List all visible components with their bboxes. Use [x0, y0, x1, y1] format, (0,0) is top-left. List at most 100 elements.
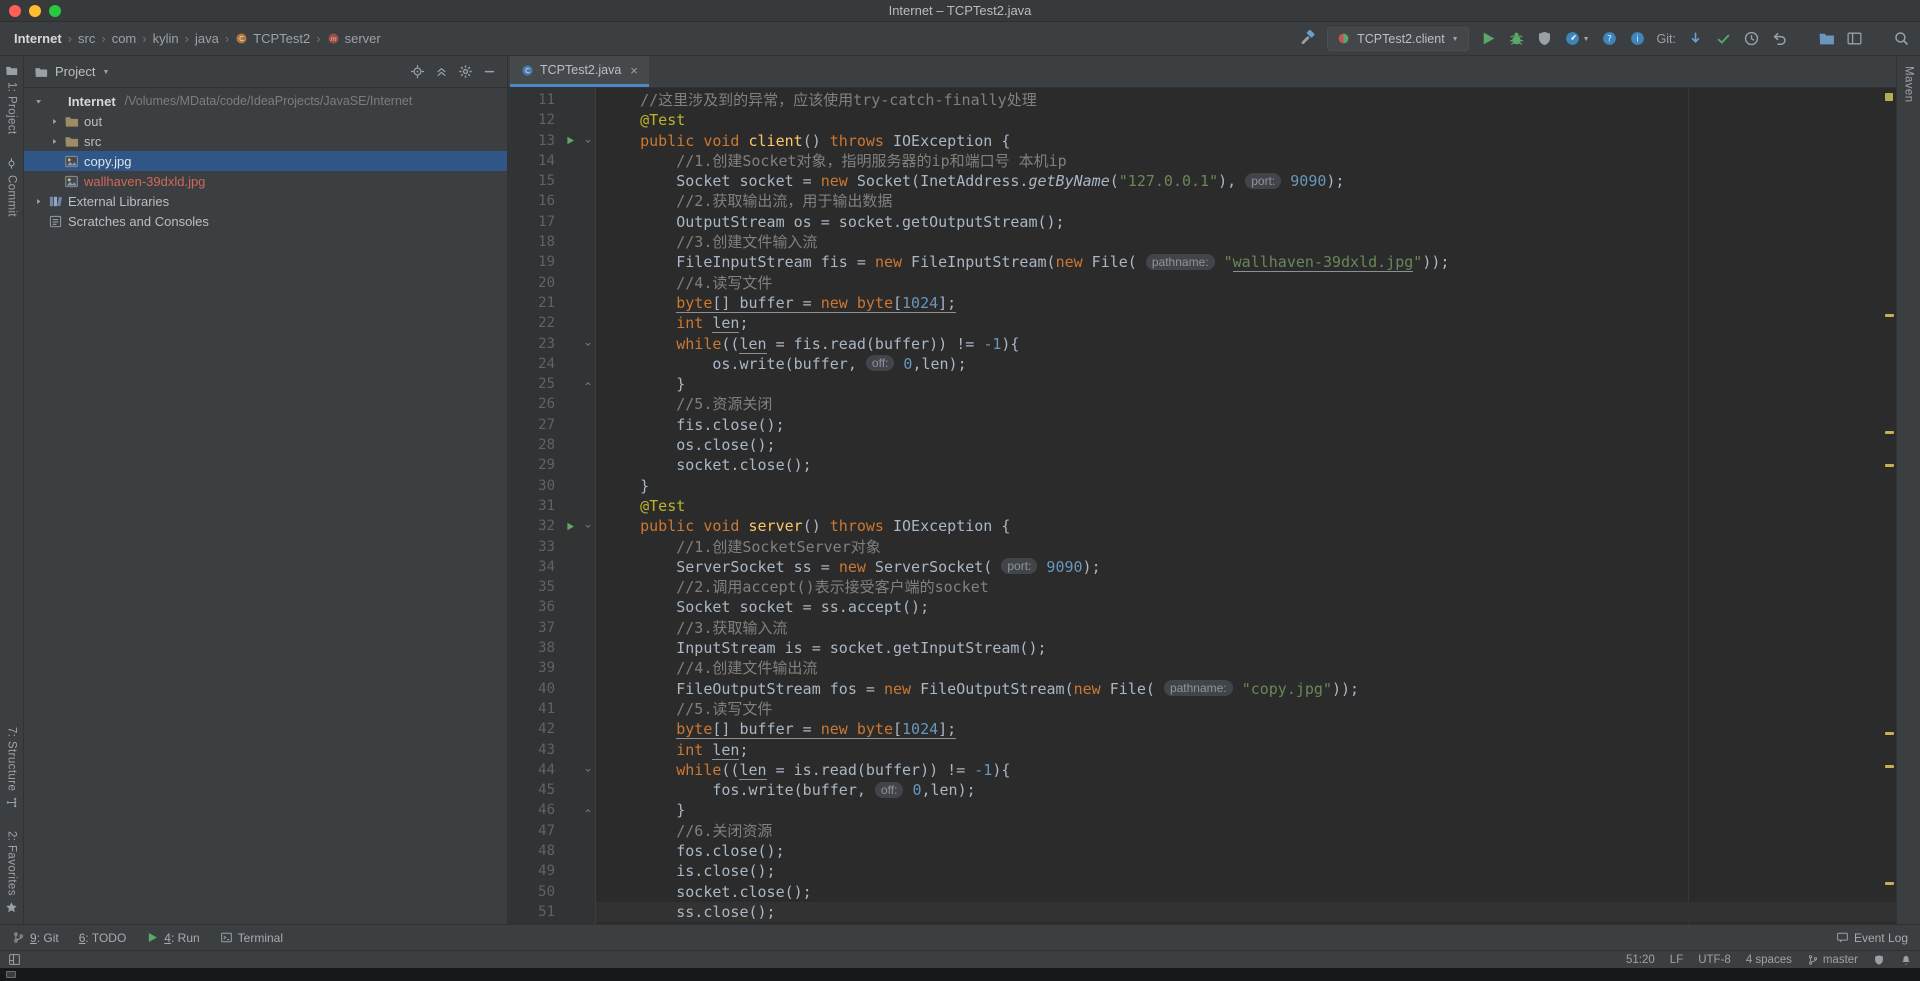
code-line-43[interactable]: 43 int len; [508, 740, 1896, 760]
line-number[interactable]: 36 [508, 597, 560, 617]
line-number[interactable]: 32 [508, 516, 560, 536]
code-line-29[interactable]: 29 socket.close(); [508, 455, 1896, 475]
gutter-run-icon[interactable] [565, 135, 576, 146]
line-number[interactable]: 46 [508, 800, 560, 820]
git-branch-widget[interactable]: master [1807, 954, 1858, 966]
code-line-16[interactable]: 16 //2.获取输出流，用于输出数据 [508, 191, 1896, 211]
warning-mark[interactable] [1885, 732, 1894, 735]
breadcrumb-item-internet[interactable]: Internet [10, 29, 66, 48]
help-button[interactable]: ? [1601, 30, 1618, 47]
code-line-48[interactable]: 48 fos.close(); [508, 841, 1896, 861]
inspection-indicator[interactable] [1885, 93, 1893, 101]
line-number[interactable]: 37 [508, 618, 560, 638]
code-line-11[interactable]: 11 //这里涉及到的异常，应该使用try-catch-finally处理 [508, 90, 1896, 110]
line-number[interactable]: 34 [508, 557, 560, 577]
update-project-button[interactable] [1687, 30, 1704, 47]
line-number[interactable]: 23 [508, 334, 560, 354]
tool-button-run[interactable]: 4: Run [146, 931, 199, 945]
code-line-46[interactable]: 46 } [508, 800, 1896, 820]
line-number[interactable]: 25 [508, 374, 560, 394]
line-number[interactable]: 48 [508, 841, 560, 861]
profiler-button[interactable]: ▼ [1564, 30, 1590, 47]
code-line-12[interactable]: 12 @Test [508, 110, 1896, 130]
code-line-18[interactable]: 18 //3.创建文件输入流 [508, 232, 1896, 252]
coverage-button[interactable] [1536, 30, 1553, 47]
tool-button-7-structure[interactable]: 7: Structure [5, 727, 18, 809]
code-line-24[interactable]: 24 os.write(buffer, off: 0,len); [508, 354, 1896, 374]
line-number[interactable]: 21 [508, 293, 560, 313]
minus-icon[interactable] [482, 64, 497, 79]
project-panel-title[interactable]: Project [55, 64, 95, 79]
locate-icon[interactable] [410, 64, 425, 79]
line-separator[interactable]: LF [1670, 954, 1683, 966]
breadcrumb-item-server[interactable]: mserver [323, 29, 385, 48]
code-line-31[interactable]: 31 @Test [508, 496, 1896, 516]
code-line-38[interactable]: 38 InputStream is = socket.getInputStrea… [508, 638, 1896, 658]
line-number[interactable]: 18 [508, 232, 560, 252]
project-tree-item-scratches-and-consoles[interactable]: Scratches and Consoles [24, 211, 507, 231]
code-line-26[interactable]: 26 //5.资源关闭 [508, 394, 1896, 414]
code-editor[interactable]: 11 //这里涉及到的异常，应该使用try-catch-finally处理12 … [508, 88, 1896, 924]
debug-button[interactable] [1508, 30, 1525, 47]
line-number[interactable]: 27 [508, 415, 560, 435]
tool-button-event-log[interactable]: Event Log [1836, 931, 1908, 945]
fold-close-icon[interactable] [583, 806, 593, 816]
line-number[interactable]: 31 [508, 496, 560, 516]
run-config-selector[interactable]: TCPTest2.client▼ [1327, 27, 1468, 51]
tool-button-maven[interactable]: Maven [1903, 66, 1915, 103]
breadcrumb-item-java[interactable]: java [191, 29, 223, 48]
line-number[interactable]: 35 [508, 577, 560, 597]
caret-position[interactable]: 51:20 [1626, 954, 1655, 966]
history-button[interactable] [1743, 30, 1760, 47]
code-line-42[interactable]: 42 byte[] buffer = new byte[1024]; [508, 719, 1896, 739]
breadcrumb-item-tcptest2[interactable]: CTCPTest2 [231, 29, 314, 48]
code-line-49[interactable]: 49 is.close(); [508, 861, 1896, 881]
line-number[interactable]: 42 [508, 719, 560, 739]
editor-tab-tcptest2[interactable]: C TCPTest2.java × [510, 56, 649, 87]
line-number[interactable]: 11 [508, 90, 560, 110]
line-number[interactable]: 26 [508, 394, 560, 414]
warning-mark[interactable] [1885, 314, 1894, 317]
tab-close-icon[interactable]: × [627, 64, 638, 77]
line-number[interactable]: 49 [508, 861, 560, 881]
tool-button-1-project[interactable]: 1: Project [5, 64, 18, 135]
line-number[interactable]: 20 [508, 273, 560, 293]
code-line-44[interactable]: 44 while((len = is.read(buffer)) != -1){ [508, 760, 1896, 780]
line-number[interactable]: 13 [508, 131, 560, 151]
line-number[interactable]: 50 [508, 882, 560, 902]
project-structure-button[interactable] [1818, 30, 1835, 47]
project-tree-item-copy-jpg[interactable]: copy.jpg [24, 151, 507, 171]
tool-button-2-favorites[interactable]: 2: Favorites [5, 831, 18, 914]
gutter-run-icon[interactable] [565, 521, 576, 532]
warning-mark[interactable] [1885, 882, 1894, 885]
tool-button-todo[interactable]: 6: TODO [79, 931, 127, 945]
line-number[interactable]: 17 [508, 212, 560, 232]
notifications-widget[interactable] [1900, 954, 1912, 966]
collapse-icon[interactable] [434, 64, 449, 79]
project-tree-item-wallhaven-39dxld-jpg[interactable]: wallhaven-39dxld.jpg [24, 171, 507, 191]
tool-button-git[interactable]: 9: Git [12, 931, 59, 945]
code-line-19[interactable]: 19 FileInputStream fis = new FileInputSt… [508, 252, 1896, 272]
fold-open-icon[interactable] [583, 339, 593, 349]
line-number[interactable]: 38 [508, 638, 560, 658]
code-line-35[interactable]: 35 //2.调用accept()表示接受客户端的socket [508, 577, 1896, 597]
line-number[interactable]: 43 [508, 740, 560, 760]
code-line-51[interactable]: 51 ss.close(); [508, 902, 1896, 922]
code-line-13[interactable]: 13 public void client() throws IOExcepti… [508, 131, 1896, 151]
minimize-button[interactable] [29, 5, 41, 17]
error-stripe[interactable] [1882, 88, 1896, 924]
line-number[interactable]: 33 [508, 537, 560, 557]
line-number[interactable]: 24 [508, 354, 560, 374]
warning-mark[interactable] [1885, 765, 1894, 768]
fold-open-icon[interactable] [583, 136, 593, 146]
project-tree-item-external-libraries[interactable]: External Libraries [24, 191, 507, 211]
project-tree-item-out[interactable]: out [24, 111, 507, 131]
code-line-20[interactable]: 20 //4.读写文件 [508, 273, 1896, 293]
code-line-14[interactable]: 14 //1.创建Socket对象，指明服务器的ip和端口号 本机ip [508, 151, 1896, 171]
fold-open-icon[interactable] [583, 521, 593, 531]
code-line-50[interactable]: 50 socket.close(); [508, 882, 1896, 902]
code-line-41[interactable]: 41 //5.读写文件 [508, 699, 1896, 719]
line-number[interactable]: 22 [508, 313, 560, 333]
line-number[interactable]: 14 [508, 151, 560, 171]
zoom-button[interactable] [49, 5, 61, 17]
